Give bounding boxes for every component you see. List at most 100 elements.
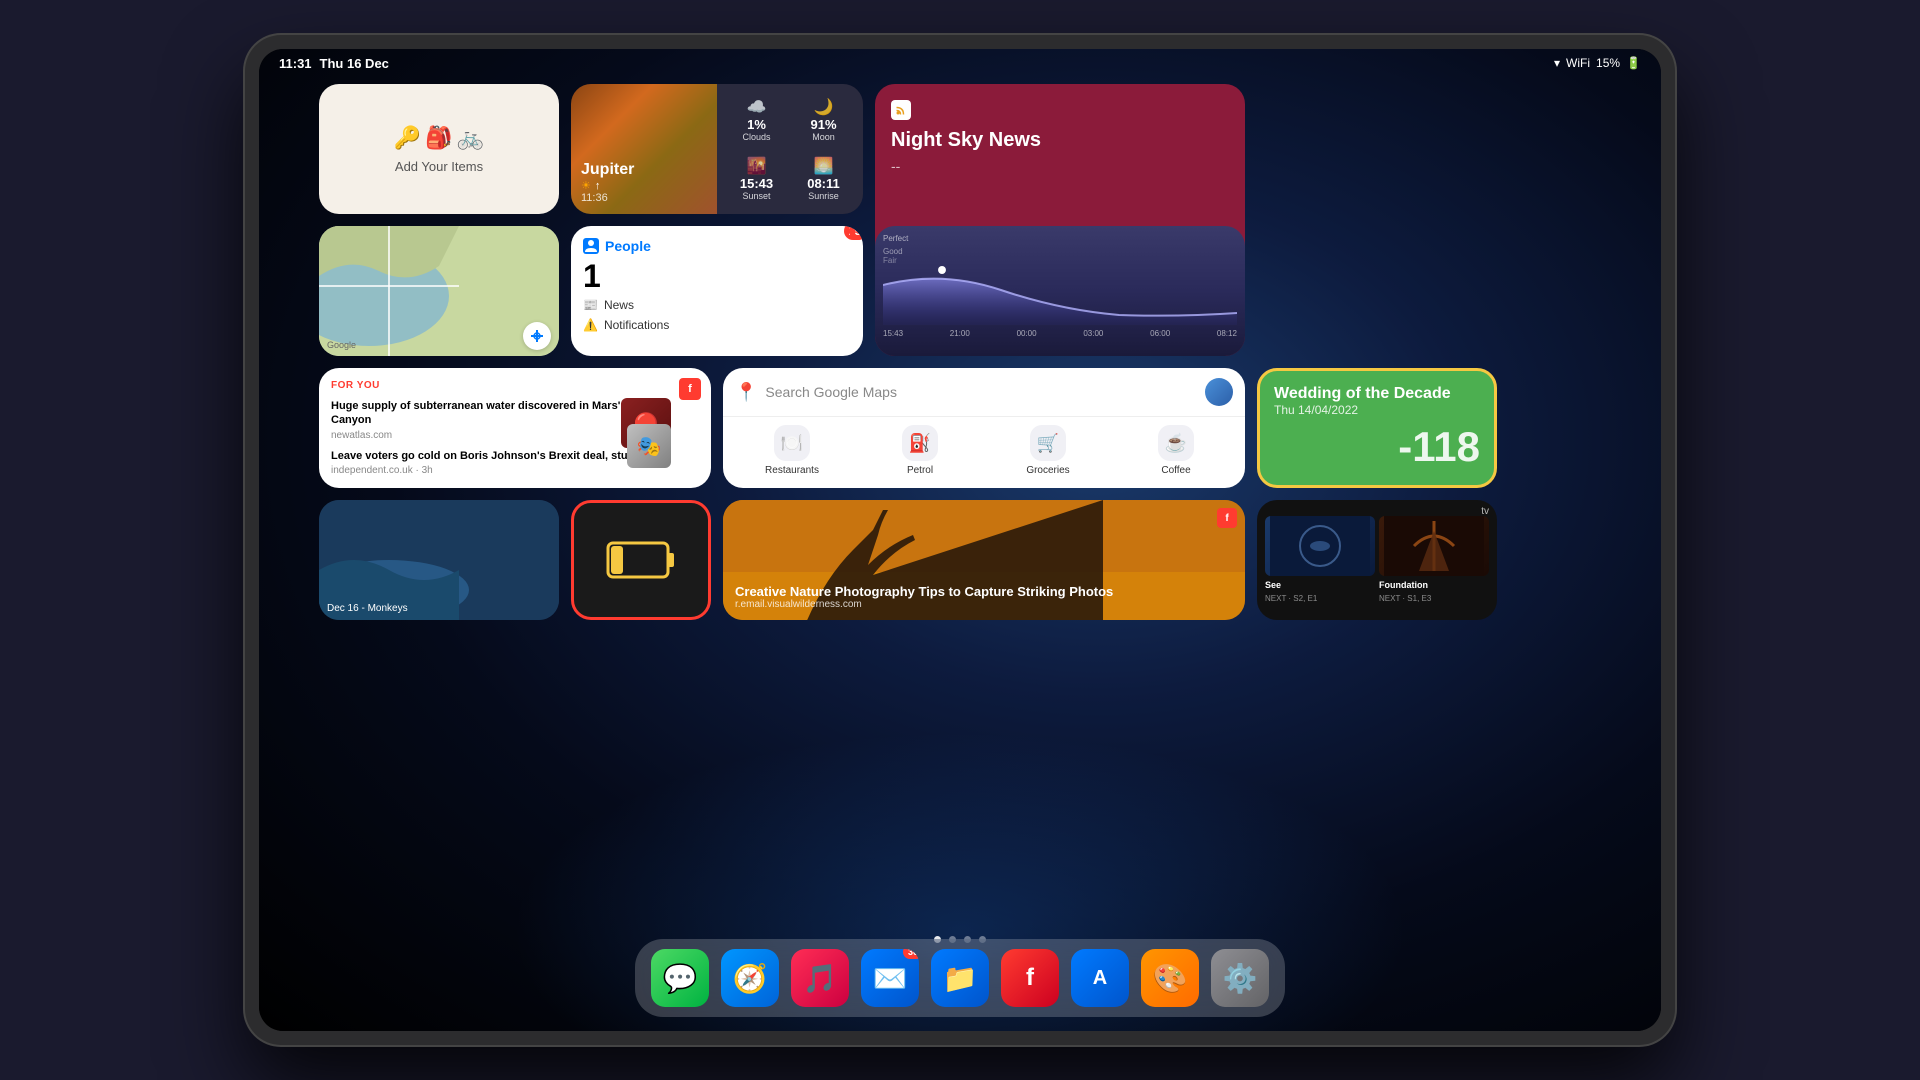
wifi-icon: ▾: [1554, 56, 1560, 70]
time-5: 06:00: [1150, 329, 1170, 338]
rss-icon: [891, 100, 911, 120]
jupiter-widget[interactable]: Jupiter ☀ ↑ 11:36 ☁️ 1% Clouds: [571, 84, 863, 214]
bike-emoji: 🚲: [457, 125, 484, 151]
see-show-thumbnail: [1265, 516, 1375, 576]
see-thumbnail-svg: [1265, 516, 1375, 576]
appstore-icon: A: [1093, 967, 1107, 990]
dock-app-appstore[interactable]: A: [1071, 949, 1129, 1007]
safari-icon: 🧭: [733, 962, 768, 995]
gmaps-search-placeholder[interactable]: Search Google Maps: [765, 384, 1197, 400]
groceries-label: Groceries: [1026, 465, 1069, 476]
music-icon: 🎵: [803, 962, 838, 995]
add-items-widget[interactable]: 🔑 🎒 🚲 Add Your Items: [319, 84, 559, 214]
battery-widget[interactable]: [571, 500, 711, 620]
time-1: 15:43: [883, 329, 903, 338]
sunset-label: Sunset: [742, 191, 770, 201]
clouds-stat: ☁️ 1% Clouds: [725, 92, 788, 147]
wifi-signal-icon: WiFi: [1566, 56, 1590, 70]
nature-photo-title: Creative Nature Photography Tips to Capt…: [735, 584, 1113, 599]
nature-photo-widget[interactable]: f Creative Nature Photography Tips to Ca…: [723, 500, 1245, 620]
status-date: Thu 16 Dec: [320, 56, 389, 71]
foundation-show-thumbnail: [1379, 516, 1489, 576]
people-app-label: People: [605, 238, 651, 254]
restaurants-icon: 🍽️: [774, 425, 810, 461]
ocean-waves-illustration: [319, 500, 559, 620]
battery-display: [574, 503, 708, 617]
battery-label: 15%: [1596, 56, 1620, 70]
gmaps-category-petrol[interactable]: ⛽ Petrol: [859, 425, 981, 476]
jupiter-name: Jupiter: [581, 161, 707, 179]
good-label: Good: [883, 247, 903, 256]
sunrise-stat: 🌅 08:11 Sunrise: [792, 151, 855, 206]
dock-app-flipboard[interactable]: f: [1001, 949, 1059, 1007]
calendar-widget[interactable]: Wedding of the Decade Thu 14/04/2022 -11…: [1257, 368, 1497, 488]
gmaps-categories: 🍽️ Restaurants ⛽ Petrol 🛒 Groceries: [723, 417, 1245, 484]
chart-labels: Perfect: [883, 234, 1237, 243]
petrol-icon: ⛽: [902, 425, 938, 461]
google-maps-widget[interactable]: 📍 Search Google Maps 🍽️ Restaurants ⛽ Pe…: [723, 368, 1245, 488]
sunset-icon: 🌇: [747, 156, 767, 176]
maps-pin-icon: 📍: [735, 382, 757, 403]
perfect-label: Perfect: [883, 234, 908, 243]
dock-app-mail[interactable]: ✉️ 30: [861, 949, 919, 1007]
ipad-frame: 11:31 Thu 16 Dec ▾ WiFi 15% 🔋 🔑 🎒: [245, 35, 1675, 1045]
files-icon: 📁: [943, 962, 978, 995]
gmaps-profile-avatar[interactable]: [1205, 378, 1233, 406]
flipboard-icon: f: [688, 383, 692, 395]
calendar-event-title: Wedding of the Decade: [1274, 385, 1480, 403]
dock-app-utilities[interactable]: ⚙️: [1211, 949, 1269, 1007]
clouds-icon: ☁️: [747, 97, 767, 117]
dock-app-music[interactable]: 🎵: [791, 949, 849, 1007]
messages-icon: 💬: [663, 962, 698, 995]
appletv-show-see[interactable]: See NEXT · S2, E1: [1265, 516, 1375, 612]
dock-app-messages[interactable]: 💬: [651, 949, 709, 1007]
appletv-logo: tv: [1481, 506, 1489, 517]
key-emoji: 🔑: [394, 125, 421, 151]
appletv-show-foundation[interactable]: Foundation NEXT · S1, E3: [1379, 516, 1489, 612]
see-show-title: See: [1265, 580, 1375, 590]
dock-app-safari[interactable]: 🧭: [721, 949, 779, 1007]
gmaps-search-bar[interactable]: 📍 Search Google Maps: [723, 368, 1245, 417]
people-widget[interactable]: People 1 📰 News 24 ⚠️ Notifications 5: [571, 226, 863, 356]
photo-widget[interactable]: Dec 16 - Monkeys: [319, 500, 559, 620]
battery-svg-icon: [606, 535, 676, 585]
jupiter-time: 11:36: [581, 192, 707, 204]
foundation-show-sub: NEXT · S1, E3: [1379, 594, 1489, 603]
sunrise-val: 08:11: [807, 176, 840, 191]
for-you-label: FOR YOU: [331, 380, 699, 391]
maps-logo: Google: [327, 340, 356, 350]
mail-icon: ✉️: [873, 962, 908, 995]
dock-app-files[interactable]: 📁: [931, 949, 989, 1007]
maps-thumbnail-widget[interactable]: Google: [319, 226, 559, 356]
people-app-icon: [583, 238, 599, 254]
appletv-widget[interactable]: tv See NEXT · S2, E1: [1257, 500, 1497, 620]
add-items-emojis: 🔑 🎒 🚲: [394, 125, 484, 151]
time-labels: 15:43 21:00 00:00 03:00 06:00 08:12: [883, 329, 1237, 338]
news-icon: 📰: [583, 298, 598, 312]
fair-label: Fair: [883, 256, 897, 265]
weather-chart-widget[interactable]: Perfect Good Fair: [875, 226, 1245, 356]
wallpaper: 11:31 Thu 16 Dec ▾ WiFi 15% 🔋 🔑 🎒: [259, 49, 1661, 1031]
dock-app-colors[interactable]: 🎨: [1141, 949, 1199, 1007]
restaurants-label: Restaurants: [765, 465, 819, 476]
maps-location-button[interactable]: [523, 322, 551, 350]
time-3: 00:00: [1017, 329, 1037, 338]
moon-val: 91%: [810, 117, 836, 132]
news-widget[interactable]: f FOR YOU Huge supply of subterranean wa…: [319, 368, 711, 488]
gmaps-category-groceries[interactable]: 🛒 Groceries: [987, 425, 1109, 476]
time-4: 03:00: [1083, 329, 1103, 338]
utilities-icon: ⚙️: [1223, 962, 1258, 995]
flipboard-badge: f: [679, 378, 701, 400]
gmaps-category-coffee[interactable]: ☕ Coffee: [1115, 425, 1237, 476]
see-show-sub: NEXT · S2, E1: [1265, 594, 1375, 603]
clouds-val: 1%: [747, 117, 766, 132]
notifications-stat: ⚠️ Notifications 5: [583, 318, 851, 332]
ipad-screen: 11:31 Thu 16 Dec ▾ WiFi 15% 🔋 🔑 🎒: [259, 49, 1661, 1031]
flipboard-dock-icon: f: [1026, 964, 1034, 992]
groceries-icon: 🛒: [1030, 425, 1066, 461]
nature-photo-source: r.email.visualwilderness.com: [735, 599, 1113, 610]
gmaps-category-restaurants[interactable]: 🍽️ Restaurants: [731, 425, 853, 476]
nature-flipboard-badge: f: [1217, 508, 1237, 528]
sunrise-label: Sunrise: [808, 191, 839, 201]
sunset-stat: 🌇 15:43 Sunset: [725, 151, 788, 206]
